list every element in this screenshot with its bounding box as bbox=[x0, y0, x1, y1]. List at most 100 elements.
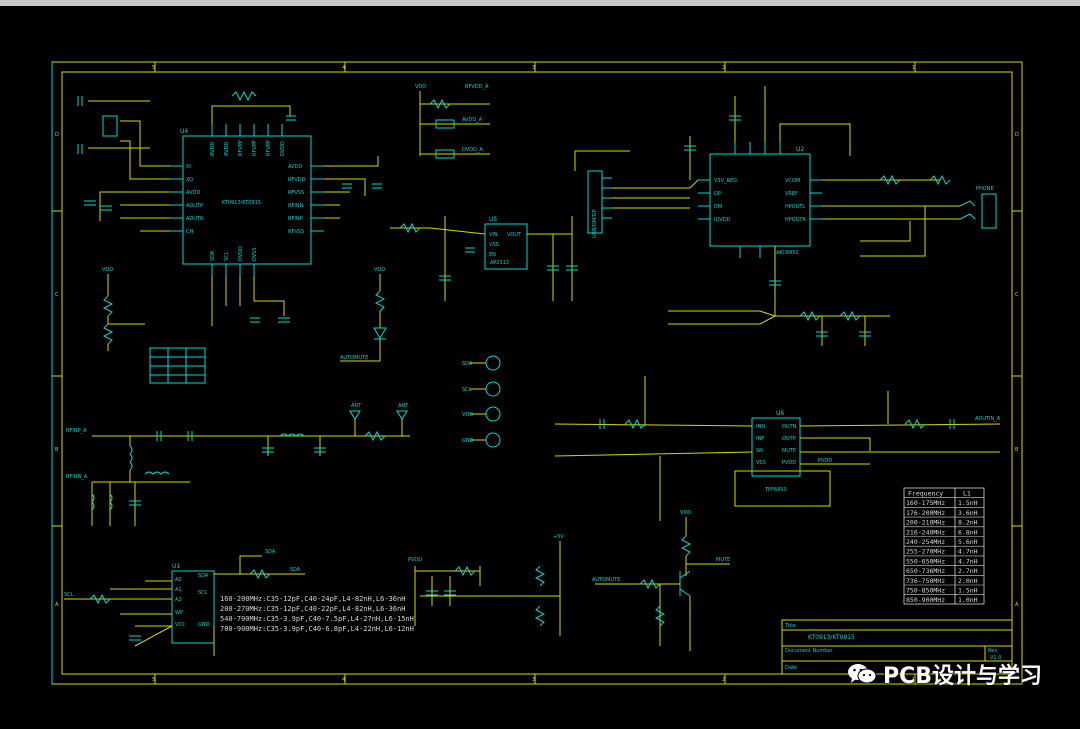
zone-letters-right: D C B A bbox=[1015, 132, 1019, 608]
title-label: Title bbox=[784, 623, 796, 629]
pin-label: DP bbox=[714, 191, 721, 197]
zone-number: 1 bbox=[912, 65, 915, 71]
pin-label: RFINP bbox=[288, 216, 303, 222]
pin-label: SCL bbox=[224, 251, 230, 261]
chip-name: TPF6850 bbox=[764, 487, 787, 493]
table-header: Frequency bbox=[908, 490, 943, 498]
table-cell: 750-850MHz bbox=[906, 587, 945, 595]
rf-frontend: RFINP_A RFINN_A ANT ANT bbox=[66, 403, 410, 526]
frequency-table: Frequency L1 160-175MHz 1.5nH 176-200MHz… bbox=[903, 487, 985, 605]
chip-ref: U1 bbox=[172, 563, 180, 570]
pin-label: A2 bbox=[175, 597, 182, 603]
pin-label: VREF bbox=[785, 191, 798, 197]
pvdd-section: PVDD bbox=[408, 557, 481, 626]
led-circuit: VDD AUTOMUTE bbox=[340, 267, 387, 362]
pin-label: VOUT bbox=[507, 232, 522, 238]
doc-number-label: Document Number bbox=[785, 648, 834, 654]
pin-label: PVDD bbox=[782, 460, 796, 466]
pin-label: IOVDD bbox=[714, 217, 731, 223]
test-points: SDA SCL VDD GND bbox=[462, 355, 501, 448]
pin-label: XO bbox=[186, 177, 193, 183]
net-label: VDD bbox=[415, 84, 426, 90]
chip-ref: U2 bbox=[796, 146, 804, 153]
pin-label: EN bbox=[489, 252, 496, 258]
pin-label: VSS bbox=[489, 242, 499, 248]
rf-supply-filters: VDD RFVDD_A AVDD_A DVDD_A bbox=[415, 84, 490, 159]
table-cell: 736-750MHz bbox=[906, 577, 945, 585]
zone-letter: C bbox=[55, 292, 59, 298]
pin-label: RFVSS bbox=[288, 229, 304, 235]
pin-label: OUTP bbox=[782, 436, 796, 442]
net-label: SDA bbox=[290, 567, 301, 573]
pin-label: VIN bbox=[489, 232, 498, 238]
pin-label: HPOUTR bbox=[785, 217, 806, 223]
test-point-label: VDD bbox=[462, 412, 473, 418]
table-cell: 2.0nH bbox=[958, 577, 978, 585]
band-note-line: 700-900MHz:C35-3.9pF,C40-6.8pF,L4-22nH,L… bbox=[220, 625, 414, 633]
net-label: VDD bbox=[102, 267, 113, 273]
chip-name: AKC6951 bbox=[776, 250, 799, 256]
band-note-line: 160-200MHz:C35-12pF,C40-24pF,L4-82nH,L6-… bbox=[220, 595, 405, 603]
pin-label: XI bbox=[186, 164, 191, 170]
test-point-label: SDA bbox=[462, 361, 473, 367]
zone-number: 2 bbox=[722, 677, 725, 683]
zone-number: 3 bbox=[532, 65, 535, 71]
pin-label: RFVPP bbox=[238, 140, 244, 156]
pin-label: VSS bbox=[756, 460, 766, 466]
net-label: PVDD bbox=[818, 458, 832, 464]
chip-name: AP2112 bbox=[490, 260, 509, 266]
antenna-label: ANT bbox=[398, 403, 409, 409]
table-cell: 255-270MHz bbox=[906, 548, 945, 556]
table-cell: 216-240MHz bbox=[906, 528, 945, 536]
table-cell: 4.7nH bbox=[958, 557, 978, 565]
table-cell: 2.7nH bbox=[958, 567, 978, 575]
pin-label: SDA bbox=[210, 250, 216, 261]
net-label: ADUTIN_A bbox=[975, 416, 1001, 422]
pin-label: SCL bbox=[198, 590, 208, 596]
pin-label: RFVSS bbox=[288, 190, 304, 196]
zone-letter: B bbox=[55, 447, 59, 453]
pin-label: GND bbox=[198, 622, 210, 628]
zone-numbers-top: 5 4 3 2 1 bbox=[152, 65, 915, 71]
net-label: SDA bbox=[265, 549, 276, 555]
pin-label: DVDD bbox=[280, 141, 286, 156]
band-notes: 160-200MHz:C35-12pF,C40-24pF,L4-82nH,L6-… bbox=[220, 595, 414, 633]
pin-label: SN bbox=[756, 448, 763, 454]
u4-wiring bbox=[77, 90, 382, 326]
pin-label: RFVPP bbox=[252, 140, 258, 156]
table-cell: 5.6nH bbox=[958, 538, 978, 546]
net-label: +5V bbox=[553, 534, 564, 540]
table-cell: 200-210MHz bbox=[906, 519, 945, 527]
net-label: AVDD_A bbox=[462, 117, 483, 123]
zone-letter: D bbox=[1015, 132, 1019, 138]
pin-label: A0 bbox=[175, 577, 182, 583]
pin-label: INP bbox=[756, 436, 764, 442]
band-note-line: 200-270MHz:C35-12pF,C40-22pF,L4-82nH,L6-… bbox=[220, 605, 405, 613]
chip-u4: U4 KT0913/KT0915 XI XO AVDD ADUTP ADUTN … bbox=[170, 124, 324, 276]
pin-label: VCOM bbox=[785, 178, 800, 184]
wechat-icon bbox=[847, 663, 877, 685]
chip-u2: U2 AKC6951 V3V_REG DP DM IOVDD VCOM VREF… bbox=[684, 86, 960, 316]
pin-label: AVDD bbox=[210, 142, 216, 156]
pin-label: V3V_REG bbox=[714, 178, 737, 184]
mute-circuit: VDD MUTE AUTOMUTE +5V bbox=[420, 510, 730, 651]
table-cell: 550-650MHz bbox=[906, 557, 945, 565]
table-cell: 650-736MHz bbox=[906, 567, 945, 575]
usb-connector: USB/DM/DP bbox=[574, 150, 690, 238]
zone-letter: B bbox=[1015, 447, 1019, 453]
headphone-jack: PHONE bbox=[860, 174, 997, 257]
pin-label: SDA bbox=[198, 573, 209, 579]
pin-label: DVSS bbox=[252, 247, 258, 261]
net-label: SCL bbox=[64, 592, 74, 598]
watermark: PCB设计与学习 bbox=[847, 658, 1042, 690]
test-point-label: SCL bbox=[462, 387, 472, 393]
pin-label: RFINN bbox=[288, 203, 304, 209]
table-cell: 1.5nH bbox=[958, 499, 978, 507]
schematic-sheet: 5 4 3 2 1 5 4 3 2 1 D C B A D C B A U4 K… bbox=[0, 6, 1080, 725]
pin-label: INN bbox=[756, 424, 765, 430]
jack-label: PHONE bbox=[976, 186, 994, 192]
pin-label: HPOUTL bbox=[785, 204, 805, 210]
zone-number: 2 bbox=[722, 65, 725, 71]
chip-ref: U6 bbox=[776, 410, 784, 417]
chip-ref: U5 bbox=[489, 216, 497, 223]
